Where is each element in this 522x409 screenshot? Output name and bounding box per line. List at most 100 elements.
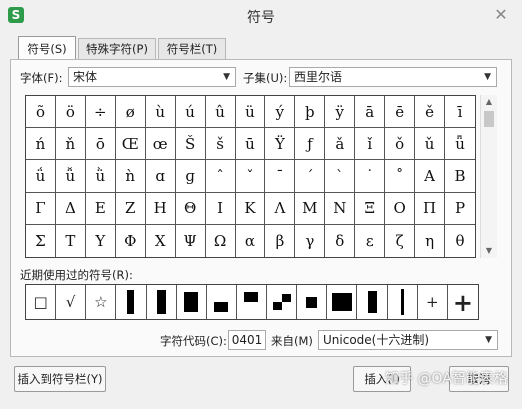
recent-symbol-cell[interactable]: [147, 285, 177, 319]
symbol-cell[interactable]: Ψ: [176, 224, 206, 257]
symbol-cell[interactable]: β: [265, 224, 296, 257]
symbol-cell[interactable]: ˊ: [295, 160, 326, 193]
symbol-cell[interactable]: ī: [445, 96, 475, 129]
symbol-cell[interactable]: ā: [355, 96, 386, 129]
symbol-cell[interactable]: Ε: [85, 192, 116, 225]
from-select[interactable]: Unicode(十六进制) ▼: [318, 330, 498, 350]
symbol-cell[interactable]: ˇ: [235, 160, 266, 193]
symbol-cell[interactable]: Υ: [86, 224, 116, 257]
recent-symbol-cell[interactable]: [267, 285, 298, 319]
symbol-cell[interactable]: Ν: [325, 192, 356, 225]
symbol-cell[interactable]: Ξ: [355, 192, 386, 225]
symbol-cell[interactable]: η: [415, 224, 446, 257]
symbol-cell[interactable]: δ: [325, 224, 356, 257]
symbol-cell[interactable]: ε: [355, 224, 386, 257]
symbol-cell[interactable]: ǜ: [85, 160, 116, 193]
insert-to-symbol-bar-button[interactable]: 插入到符号栏(Y): [14, 366, 106, 392]
subset-select[interactable]: 西里尔语 ▼: [289, 67, 497, 87]
symbol-cell[interactable]: Œ: [115, 128, 146, 161]
symbol-cell[interactable]: ǚ: [55, 160, 86, 193]
recent-symbol-cell[interactable]: +: [418, 285, 448, 319]
symbol-cell[interactable]: ˋ: [325, 160, 356, 193]
symbol-cell[interactable]: Σ: [26, 224, 56, 257]
symbol-cell[interactable]: ǖ: [445, 128, 475, 161]
symbol-cell[interactable]: ˆ: [205, 160, 236, 193]
recent-symbol-cell[interactable]: √: [56, 285, 87, 319]
symbol-cell[interactable]: ň: [55, 128, 86, 161]
symbol-cell[interactable]: Ρ: [445, 193, 475, 225]
symbol-cell[interactable]: Š: [175, 128, 206, 161]
symbol-cell[interactable]: ö: [55, 96, 86, 129]
symbol-cell[interactable]: ζ: [385, 224, 416, 257]
symbol-cell[interactable]: þ: [295, 96, 326, 129]
symbol-cell[interactable]: θ: [445, 225, 475, 257]
symbol-cell[interactable]: ü: [235, 96, 266, 129]
recent-symbol-cell[interactable]: [297, 285, 328, 319]
scroll-down-icon[interactable]: ▼: [481, 244, 497, 258]
recent-symbol-cell[interactable]: [327, 285, 358, 319]
tab-special-characters[interactable]: 特殊字符(P): [78, 38, 156, 59]
symbol-cell[interactable]: ǔ: [415, 128, 446, 161]
tab-symbol-bar[interactable]: 符号栏(T): [158, 38, 226, 59]
symbol-cell[interactable]: ú: [175, 96, 206, 129]
symbol-cell[interactable]: ǒ: [385, 128, 416, 161]
symbol-cell[interactable]: Μ: [295, 192, 326, 225]
close-icon[interactable]: ✕: [490, 5, 512, 25]
symbol-cell[interactable]: ǎ: [325, 128, 356, 161]
tab-symbols[interactable]: 符号(S): [18, 36, 76, 60]
symbol-cell[interactable]: ˚: [385, 160, 416, 193]
recent-symbol-cell[interactable]: [207, 285, 237, 319]
symbol-cell[interactable]: Β: [445, 160, 475, 193]
symbol-cell[interactable]: γ: [295, 224, 326, 257]
symbol-cell[interactable]: û: [205, 96, 236, 129]
symbol-cell[interactable]: Δ: [55, 192, 86, 225]
symbol-cell[interactable]: ō: [85, 128, 116, 161]
symbol-cell[interactable]: ń: [26, 128, 56, 161]
symbol-cell[interactable]: ē: [385, 96, 416, 129]
symbol-cell[interactable]: Λ: [265, 192, 296, 225]
symbol-cell[interactable]: ě: [415, 96, 446, 129]
symbol-cell[interactable]: ˉ: [265, 160, 296, 193]
symbol-cell[interactable]: ɡ: [175, 160, 206, 193]
recent-symbol-cell[interactable]: ☆: [86, 285, 117, 319]
symbol-cell[interactable]: Ι: [205, 192, 236, 225]
symbol-cell[interactable]: Ÿ: [265, 128, 296, 161]
symbol-cell[interactable]: Χ: [146, 224, 176, 257]
recent-symbol-cell[interactable]: [388, 285, 418, 319]
symbol-cell[interactable]: Ο: [385, 192, 416, 225]
recent-symbol-cell[interactable]: [357, 285, 388, 319]
font-select[interactable]: 宋体 ▼: [68, 67, 236, 87]
symbol-cell[interactable]: ý: [265, 96, 296, 129]
symbol-cell[interactable]: ø: [115, 96, 146, 129]
symbol-grid-scrollbar[interactable]: ▲ ▼: [480, 95, 497, 258]
symbol-cell[interactable]: α: [236, 224, 266, 257]
recent-symbol-cell[interactable]: +: [448, 285, 478, 319]
symbol-cell[interactable]: ƒ: [295, 128, 326, 161]
scroll-up-icon[interactable]: ▲: [481, 95, 497, 109]
symbol-cell[interactable]: Α: [415, 160, 446, 193]
scroll-thumb[interactable]: [484, 111, 494, 127]
symbol-cell[interactable]: ÿ: [325, 96, 356, 129]
symbol-cell[interactable]: Ζ: [115, 192, 146, 225]
symbol-cell[interactable]: Η: [145, 192, 176, 225]
symbol-cell[interactable]: Τ: [56, 224, 86, 257]
char-code-input[interactable]: 0401: [228, 330, 266, 350]
symbol-cell[interactable]: Γ: [26, 192, 56, 225]
symbol-cell[interactable]: ɑ: [145, 160, 176, 193]
symbol-cell[interactable]: ǹ: [115, 160, 146, 193]
symbol-cell[interactable]: ÷: [85, 96, 116, 129]
symbol-cell[interactable]: ǘ: [26, 160, 56, 193]
symbol-cell[interactable]: õ: [26, 96, 56, 129]
symbol-cell[interactable]: Φ: [116, 224, 146, 257]
recent-symbol-cell[interactable]: □: [26, 285, 57, 319]
recent-symbol-cell[interactable]: [237, 285, 268, 319]
symbol-cell[interactable]: Ω: [206, 224, 236, 257]
symbol-cell[interactable]: ū: [235, 128, 266, 161]
symbol-cell[interactable]: ˙: [355, 160, 386, 193]
symbol-cell[interactable]: ù: [145, 96, 176, 129]
symbol-cell[interactable]: ǐ: [355, 128, 386, 161]
symbol-cell[interactable]: Π: [415, 192, 446, 225]
symbol-cell[interactable]: œ: [145, 128, 176, 161]
symbol-cell[interactable]: š: [205, 128, 236, 161]
recent-symbol-cell[interactable]: [116, 285, 147, 319]
